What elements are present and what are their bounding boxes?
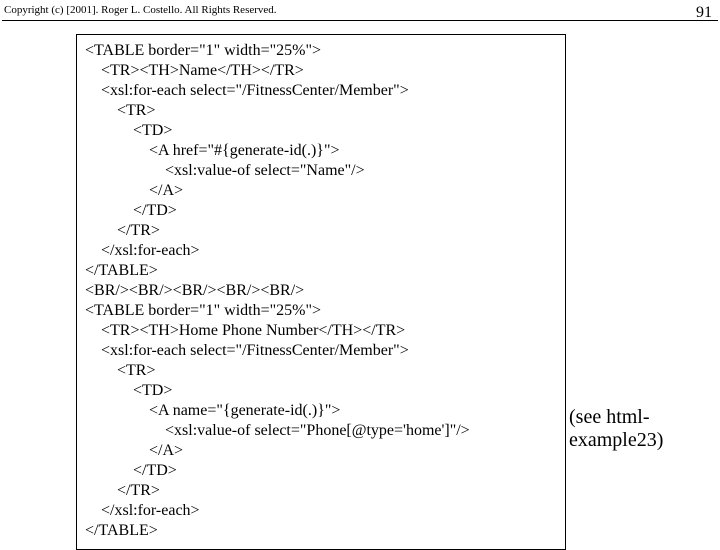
copyright-text: Copyright (c) [2001]. Roger L. Costello.… <box>4 4 277 16</box>
code-line: <xsl:value-of select="Name"/> <box>85 161 557 181</box>
code-line: <TABLE border="1" width="25%"> <box>85 301 557 321</box>
code-listing-box: <TABLE border="1" width="25%"> <TR><TH>N… <box>76 34 566 550</box>
code-line: </xsl:for-each> <box>85 241 557 261</box>
code-line: <A name="{generate-id(.)}"> <box>85 401 557 421</box>
code-line: <TD> <box>85 121 557 141</box>
code-line: <xsl:for-each select="/FitnessCenter/Mem… <box>85 341 557 361</box>
code-line: <A href="#{generate-id(.)}"> <box>85 141 557 161</box>
see-reference-annotation: (see html-example23) <box>569 406 720 452</box>
code-line: <TR><TH>Home Phone Number</TH></TR> <box>85 321 557 341</box>
code-line: </A> <box>85 441 557 461</box>
code-line: </TD> <box>85 201 557 221</box>
header-divider <box>2 20 718 21</box>
code-line: </TABLE> <box>85 261 557 281</box>
code-line: <TR> <box>85 361 557 381</box>
code-line: </xsl:for-each> <box>85 501 557 521</box>
code-line: </TABLE> <box>85 521 557 541</box>
code-line: <TD> <box>85 381 557 401</box>
code-line: <xsl:value-of select="Phone[@type='home'… <box>85 421 557 441</box>
code-line: <TR> <box>85 101 557 121</box>
code-line: </TR> <box>85 221 557 241</box>
code-line: <TR><TH>Name</TH></TR> <box>85 61 557 81</box>
code-line: <xsl:for-each select="/FitnessCenter/Mem… <box>85 81 557 101</box>
code-line: </TD> <box>85 461 557 481</box>
code-line: </A> <box>85 181 557 201</box>
code-line: <TABLE border="1" width="25%"> <box>85 41 557 61</box>
code-line: <BR/><BR/><BR/><BR/><BR/> <box>85 281 557 301</box>
code-line: </TR> <box>85 481 557 501</box>
